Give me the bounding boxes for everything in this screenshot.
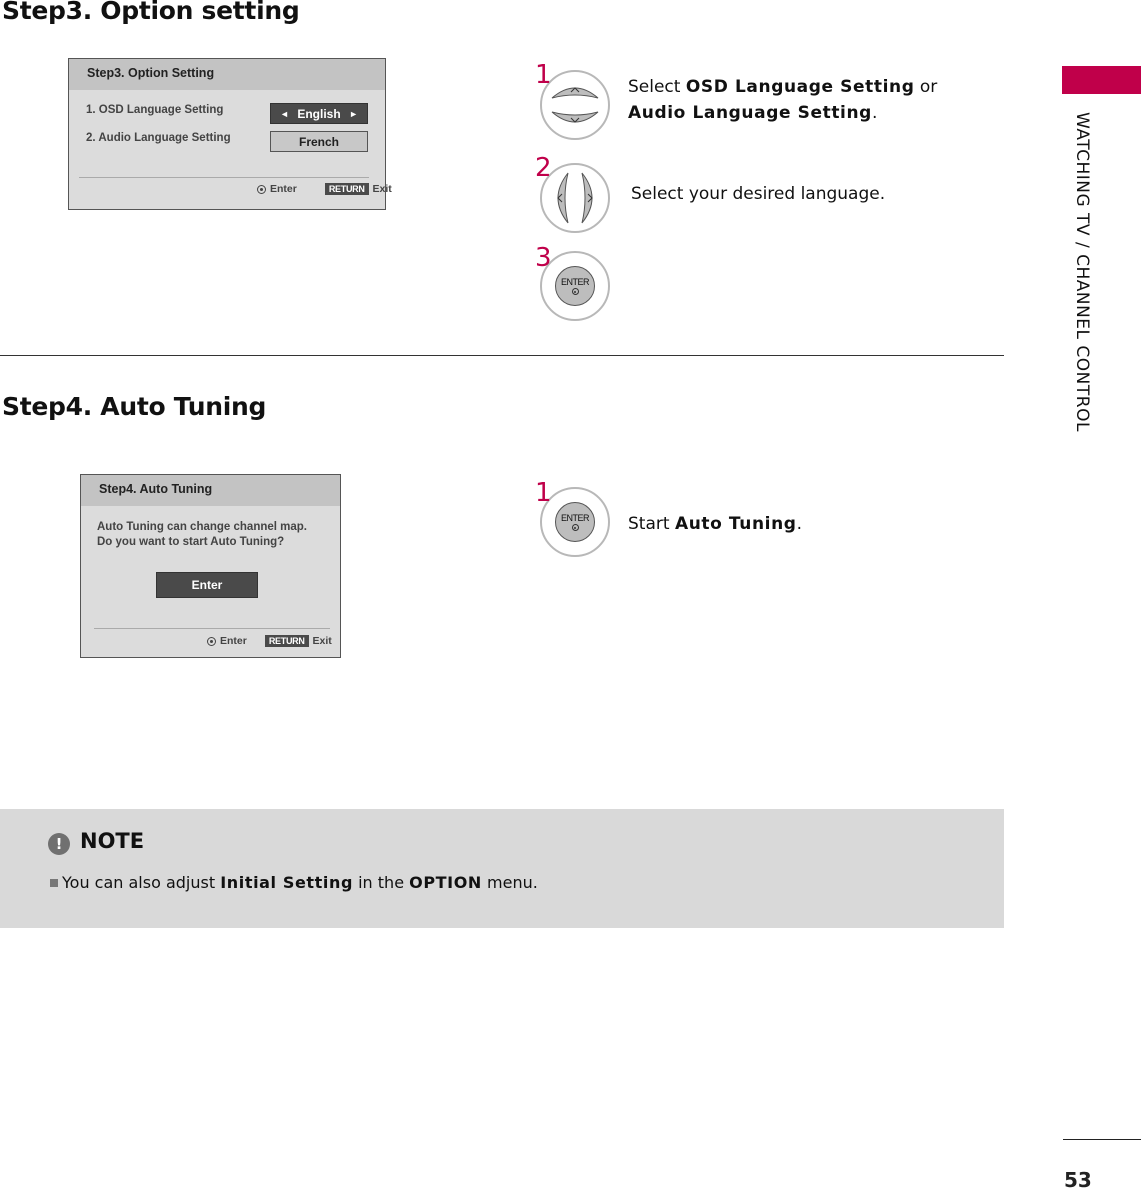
section-title: WATCHING TV / CHANNEL CONTROL xyxy=(1072,112,1092,432)
enter-button: ENTER xyxy=(555,502,595,542)
menu-item-name: Audio Language Setting xyxy=(628,103,872,123)
up-down-arrows-icon xyxy=(551,87,599,123)
osd-language-label: 1. OSD Language Setting xyxy=(86,104,224,116)
page-number-rule xyxy=(1063,1139,1141,1140)
step-number: 1 xyxy=(535,60,552,90)
right-arrow-icon[interactable]: ► xyxy=(349,109,358,119)
enter-button: ENTER xyxy=(555,266,595,306)
enter-icon xyxy=(571,524,579,531)
osd-language-selector[interactable]: ◄ English ► xyxy=(270,103,368,124)
enter-icon xyxy=(571,288,579,295)
menu-footer: Enter RETURN Exit xyxy=(207,635,332,647)
footer-exit-label: Exit xyxy=(372,183,392,195)
note-box: ! NOTE You can also adjust Initial Setti… xyxy=(0,809,1004,928)
step-number: 3 xyxy=(535,243,552,273)
message-line: Do you want to start Auto Tuning? xyxy=(97,536,285,548)
message-line: Auto Tuning can change channel map. xyxy=(97,521,307,533)
enter-button-label: ENTER xyxy=(560,277,590,287)
return-badge: RETURN xyxy=(264,635,309,647)
audio-language-label: 2. Audio Language Setting xyxy=(86,132,231,144)
menu-title: Step3. Option Setting xyxy=(87,66,215,80)
menu-footer: Enter RETURN Exit xyxy=(257,183,392,195)
instruction-text: Select OSD Language Setting or Audio Lan… xyxy=(628,74,937,126)
enter-icon xyxy=(257,184,266,194)
instruction-text-part: or xyxy=(914,77,938,97)
menu-header: Step4. Auto Tuning xyxy=(81,475,340,506)
osd-language-value: English xyxy=(297,106,341,121)
menu-item-name: Initial Setting xyxy=(220,873,354,892)
step4-heading: Step4. Auto Tuning xyxy=(2,392,267,421)
instruction-text-part: Select xyxy=(628,77,686,97)
step-number: 2 xyxy=(535,153,552,183)
note-text-part: in the xyxy=(353,873,410,892)
footer-exit-label: Exit xyxy=(312,635,332,647)
audio-language-value: French xyxy=(298,134,339,149)
enter-button-label: Enter xyxy=(191,578,223,592)
return-badge: RETURN xyxy=(324,183,369,195)
menu-name: OPTION xyxy=(409,873,482,892)
option-setting-menu: Step3. Option Setting 1. OSD Language Se… xyxy=(68,58,392,210)
auto-tuning-message: Auto Tuning can change channel map. Do y… xyxy=(97,520,307,550)
bullet-icon xyxy=(50,879,58,887)
note-text: You can also adjust Initial Setting in t… xyxy=(50,873,538,892)
section-tab xyxy=(1062,66,1141,94)
instruction-text-part: . xyxy=(796,514,802,534)
menu-item-name: Auto Tuning xyxy=(674,514,797,534)
auto-tuning-menu: Step4. Auto Tuning Auto Tuning can chang… xyxy=(80,474,341,658)
step3-heading: Step3. Option setting xyxy=(2,0,300,25)
menu-item-name: OSD Language Setting xyxy=(685,77,915,97)
menu-header: Step3. Option Setting xyxy=(69,59,385,90)
enter-button-label: ENTER xyxy=(560,513,590,523)
menu-divider xyxy=(79,177,369,178)
note-title: NOTE xyxy=(80,829,145,853)
exclamation-icon: ! xyxy=(48,833,70,855)
note-text-part: You can also adjust xyxy=(62,873,221,892)
audio-language-selector[interactable]: French xyxy=(270,131,368,152)
note-text-part: menu. xyxy=(481,873,538,892)
enter-button[interactable]: Enter xyxy=(156,572,258,598)
footer-enter-label: Enter xyxy=(270,183,297,195)
footer-enter-label: Enter xyxy=(220,635,247,647)
section-divider xyxy=(0,355,1004,356)
menu-divider xyxy=(94,628,330,629)
instruction-text-part: Start xyxy=(628,514,675,534)
left-arrow-icon[interactable]: ◄ xyxy=(280,109,289,119)
enter-icon xyxy=(207,636,216,646)
menu-title: Step4. Auto Tuning xyxy=(99,482,213,496)
left-right-arrows-icon xyxy=(557,172,593,224)
instruction-text: Start Auto Tuning. xyxy=(628,511,802,537)
instruction-text: Select your desired language. xyxy=(631,184,886,204)
step-number: 1 xyxy=(535,478,552,508)
page-number: 53 xyxy=(1064,1168,1092,1192)
instruction-text-part: . xyxy=(871,103,878,123)
